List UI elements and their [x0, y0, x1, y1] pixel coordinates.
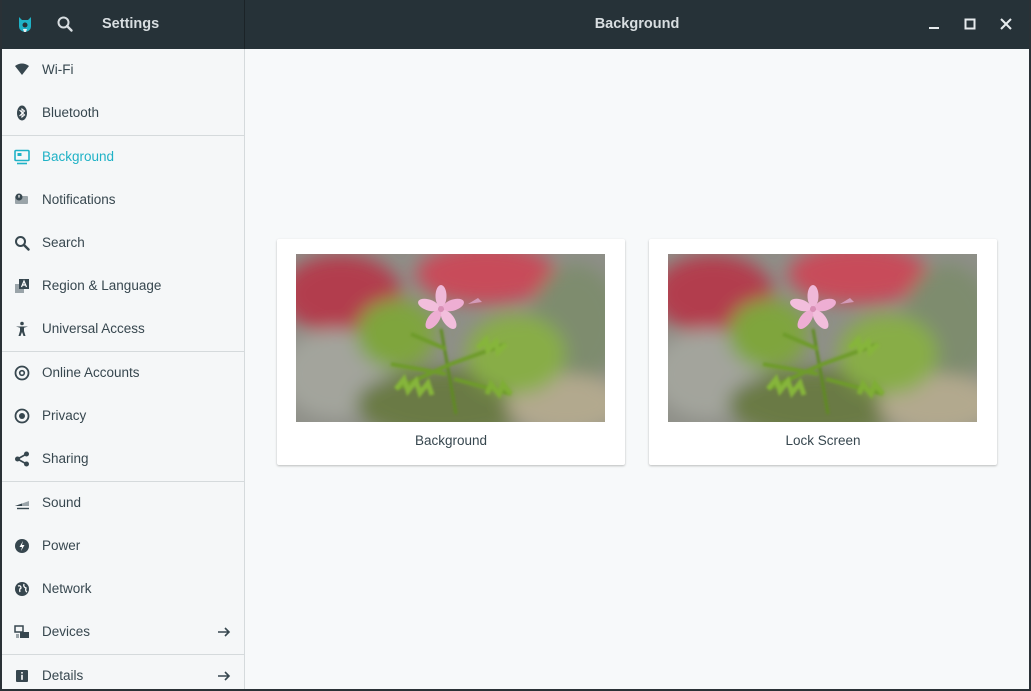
sidebar-item-label: Sound — [42, 495, 82, 510]
lock-screen-thumbnail — [668, 254, 977, 422]
background-thumbnail — [296, 254, 605, 422]
notifications-icon — [15, 193, 28, 204]
sidebar-item-bluetooth[interactable]: Bluetooth — [2, 92, 244, 135]
wifi-icon — [15, 63, 29, 75]
online-accounts-icon — [14, 365, 30, 381]
sidebar-item-label: Search — [42, 235, 85, 250]
sidebar-item-network[interactable]: Network — [2, 568, 244, 611]
settings-app-icon — [19, 17, 31, 32]
sidebar-item-label: Sharing — [42, 451, 89, 466]
sidebar-item-label: Background — [42, 149, 115, 164]
sidebar-item-label: Notifications — [42, 192, 116, 207]
background-card-label: Background — [414, 433, 488, 448]
bluetooth-icon — [17, 105, 27, 121]
sidebar-item-online-accounts[interactable]: Online Accounts — [2, 351, 244, 395]
sidebar-item-label: Network — [42, 581, 92, 596]
sidebar-item-label: Universal Access — [42, 321, 145, 336]
close-icon[interactable] — [996, 14, 1016, 34]
arrow-right-icon — [218, 671, 231, 681]
universal-access-icon — [16, 321, 28, 336]
settings-window: Settings Background Wi-Fi Bluetooth Back… — [2, 0, 1029, 689]
sidebar-item-label: Region & Language — [42, 278, 162, 293]
details-icon — [16, 670, 28, 682]
main-content: Background Lock Screen — [245, 49, 1029, 689]
search-icon[interactable] — [54, 13, 76, 35]
lock-screen-card[interactable]: Lock Screen — [649, 239, 997, 465]
search-icon — [15, 236, 30, 251]
sidebar: Wi-Fi Bluetooth Background Notifications… — [2, 49, 245, 689]
sidebar-item-sharing[interactable]: Sharing — [2, 438, 244, 481]
sidebar-item-label: Bluetooth — [42, 105, 100, 120]
sidebar-item-label: Devices — [42, 624, 91, 639]
titlebar: Settings Background — [2, 0, 1029, 49]
sidebar-item-region-language[interactable]: Region & Language — [2, 265, 244, 308]
power-icon — [15, 539, 29, 553]
sidebar-title: Settings — [102, 16, 160, 32]
background-icon — [14, 149, 30, 165]
sidebar-item-label: Online Accounts — [42, 365, 140, 380]
sidebar-item-label: Privacy — [42, 408, 87, 423]
sidebar-item-privacy[interactable]: Privacy — [2, 395, 244, 438]
sidebar-item-label: Details — [42, 668, 84, 683]
sharing-icon — [15, 451, 29, 467]
sidebar-item-devices[interactable]: Devices — [2, 611, 244, 654]
sidebar-item-details[interactable]: Details — [2, 654, 244, 689]
region-icon — [15, 279, 29, 293]
background-card[interactable]: Background — [277, 239, 625, 465]
sidebar-item-notifications[interactable]: Notifications — [2, 179, 244, 222]
sidebar-item-label: Wi-Fi — [42, 62, 74, 77]
sidebar-item-sound[interactable]: Sound — [2, 481, 244, 525]
sidebar-item-universal-access[interactable]: Universal Access — [2, 308, 244, 351]
sidebar-item-search[interactable]: Search — [2, 222, 244, 265]
sound-icon — [15, 501, 29, 510]
arrow-right-icon — [218, 627, 231, 637]
lock-screen-card-label: Lock Screen — [785, 433, 861, 448]
minimize-icon[interactable] — [924, 14, 944, 34]
devices-icon — [14, 625, 29, 638]
privacy-icon — [14, 408, 30, 424]
sidebar-item-power[interactable]: Power — [2, 525, 244, 568]
sidebar-item-wifi[interactable]: Wi-Fi — [2, 49, 244, 92]
sidebar-item-background[interactable]: Background — [2, 135, 244, 179]
maximize-icon[interactable] — [960, 14, 980, 34]
page-title: Background — [594, 16, 680, 32]
sidebar-item-label: Power — [42, 538, 81, 553]
network-icon — [15, 582, 29, 596]
